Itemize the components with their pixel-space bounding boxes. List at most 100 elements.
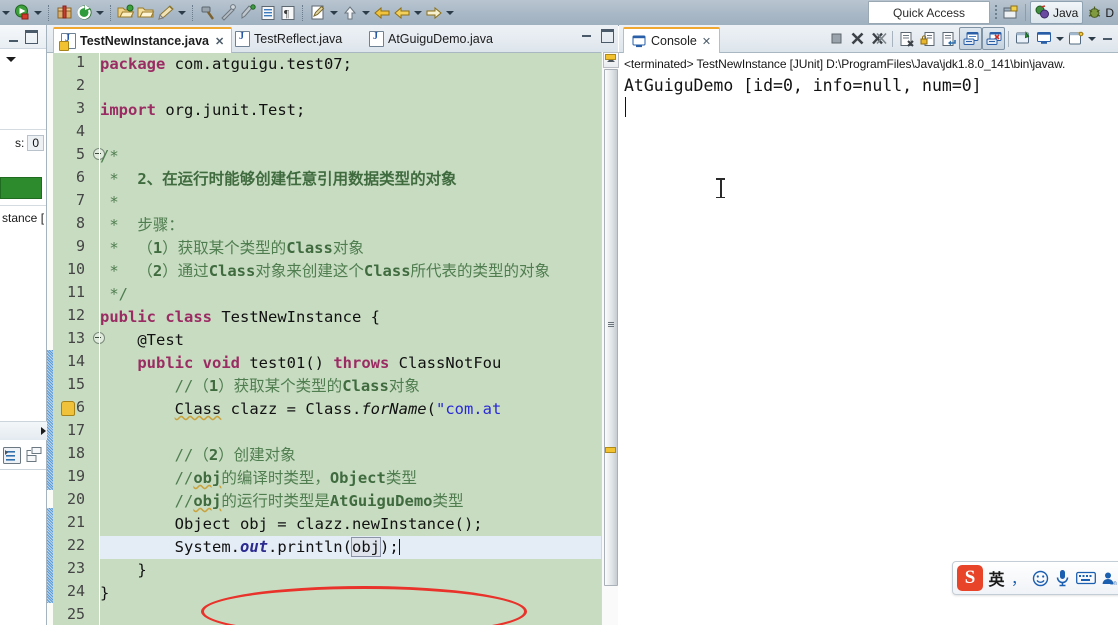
last-edit-location-button[interactable] xyxy=(308,3,328,23)
editor-tab-1-label: TestReflect.java xyxy=(254,32,343,46)
maximize-icon[interactable] xyxy=(601,29,614,43)
open-perspective-icon xyxy=(1003,5,1018,18)
open-perspective-button[interactable] xyxy=(1001,3,1021,23)
code-line-7: * xyxy=(100,193,119,211)
ime-punctuation-toggle[interactable]: ， xyxy=(1010,567,1027,589)
search-dropdown-arrow[interactable] xyxy=(176,3,188,23)
compare-result-button[interactable] xyxy=(2,446,22,465)
remove-all-x-icon xyxy=(871,32,887,45)
quick-access-field[interactable]: Quick Access xyxy=(868,1,990,24)
emoji-icon[interactable] xyxy=(1032,567,1049,589)
remove-all-terminated-button[interactable] xyxy=(868,28,889,49)
junit-failures-value: 0 xyxy=(27,135,44,151)
console-output-area[interactable]: <terminated> TestNewInstance [JUnit] D:\… xyxy=(619,53,1118,625)
new-console-icon xyxy=(1068,31,1084,45)
code-line-12: public class TestNewInstance { xyxy=(100,308,380,326)
toggle-mark-occurrences-button[interactable] xyxy=(238,3,258,23)
line-number: 7 xyxy=(75,191,85,209)
back-dropdown-arrow[interactable] xyxy=(412,3,424,23)
editor-vertical-scrollbar[interactable] xyxy=(601,52,619,625)
maximize-icon[interactable] xyxy=(25,30,38,44)
line-number-gutter: 1 2 3 4 5 6 7 8 9 10 11 12 13 14 15 16 1… xyxy=(53,53,105,625)
minimize-console-button[interactable] xyxy=(1097,28,1118,49)
run-dropdown-arrow[interactable] xyxy=(32,3,44,23)
ime-language-mode[interactable]: 英 xyxy=(988,567,1005,589)
display-selected-console-dropdown[interactable] xyxy=(1054,28,1065,49)
chevron-right-icon[interactable] xyxy=(41,427,46,435)
editor-tab-2-label: AtGuiguDemo.java xyxy=(388,32,493,46)
show-console-on-error-button[interactable] xyxy=(982,27,1005,50)
console-tab[interactable]: Console ✕ xyxy=(623,27,721,53)
search-button[interactable] xyxy=(156,3,176,23)
folder-icon xyxy=(137,7,155,18)
pin-console-button[interactable] xyxy=(1012,28,1033,49)
arrow-up-icon xyxy=(343,5,357,19)
line-number: 6 xyxy=(75,168,85,186)
new-package-button[interactable] xyxy=(54,3,74,23)
word-wrap-button[interactable] xyxy=(938,28,959,49)
perspective-java[interactable]: Java xyxy=(1029,1,1084,24)
editor-tab-0[interactable]: TestNewInstance.java ✕ xyxy=(53,27,233,53)
junit-view-menu-arrow[interactable] xyxy=(6,57,16,62)
line-number: 3 xyxy=(75,99,85,117)
open-type-button[interactable] xyxy=(116,3,136,23)
back-button[interactable] xyxy=(372,3,392,23)
external-tools-button[interactable] xyxy=(74,3,94,23)
open-task-button[interactable] xyxy=(136,3,156,23)
console-error-icon xyxy=(986,32,1001,45)
junit-tree-item[interactable]: stance [ xyxy=(0,211,46,225)
console-tabbar: Console ✕ xyxy=(619,25,1118,53)
junit-test-tree[interactable]: stance [ xyxy=(0,205,46,426)
minimize-icon[interactable] xyxy=(9,33,18,42)
back-history-button[interactable] xyxy=(392,3,412,23)
code-editor[interactable]: 1 2 3 4 5 6 7 8 9 10 11 12 13 14 15 16 1… xyxy=(47,53,618,625)
perspective-debug[interactable]: D xyxy=(1083,2,1118,23)
line-number: 17 xyxy=(66,421,85,439)
code-lines[interactable]: package com.atguigu.test07; import org.j… xyxy=(100,53,618,625)
microphone-icon[interactable] xyxy=(1054,567,1071,589)
scrollbar-thumb[interactable] xyxy=(604,69,618,586)
minimize-icon[interactable] xyxy=(1103,37,1112,40)
hammer-icon xyxy=(201,6,214,20)
open-console-button[interactable] xyxy=(1065,28,1086,49)
display-selected-console-button[interactable] xyxy=(1033,28,1054,49)
show-whitespace-button[interactable]: ¶ xyxy=(278,3,298,23)
previous-annotation-button[interactable] xyxy=(198,3,218,23)
editor-tab-2[interactable]: AtGuiguDemo.java xyxy=(362,27,500,51)
show-console-on-output-button[interactable] xyxy=(959,27,982,50)
code-line-9: * （1）获取某个类型的Class对象 xyxy=(100,239,364,257)
compare-results-icon xyxy=(3,446,21,464)
next-edit-button[interactable] xyxy=(340,3,360,23)
junit-failure-trace-header xyxy=(0,421,49,440)
sogou-logo-icon[interactable]: S xyxy=(957,565,983,591)
external-tools-dropdown-arrow[interactable] xyxy=(94,3,106,23)
minimize-icon[interactable] xyxy=(582,35,591,37)
console-process-header: <terminated> TestNewInstance [JUnit] D:\… xyxy=(624,57,1066,71)
run-button[interactable] xyxy=(12,3,32,23)
open-console-dropdown[interactable] xyxy=(1086,28,1097,49)
remove-launch-button[interactable] xyxy=(847,28,868,49)
keyboard-icon[interactable] xyxy=(1076,567,1096,589)
warning-bulb-icon[interactable] xyxy=(61,401,75,416)
overview-warning-marker[interactable] xyxy=(605,447,616,453)
quick-access-grip[interactable] xyxy=(993,2,998,22)
close-icon[interactable]: ✕ xyxy=(702,35,711,48)
editor-tabbar: TestNewInstance.java ✕ TestReflect.java … xyxy=(47,25,618,53)
forward-dropdown-arrow[interactable] xyxy=(444,3,456,23)
toggle-block-selection-button[interactable] xyxy=(258,3,278,23)
next-edit-dropdown-arrow[interactable] xyxy=(360,3,372,23)
scroll-lock-button[interactable] xyxy=(917,28,938,49)
clear-console-button[interactable] xyxy=(896,28,917,49)
editor-tab-1[interactable]: TestReflect.java xyxy=(228,27,349,51)
account-icon[interactable]: en xyxy=(1101,567,1118,589)
overview-warning-marker[interactable] xyxy=(605,54,616,60)
console-tab-label: Console xyxy=(651,34,697,48)
terminate-button[interactable] xyxy=(826,28,847,49)
perspective-separator xyxy=(1024,4,1026,21)
stack-trace-filter-button[interactable] xyxy=(25,446,43,464)
next-annotation-button[interactable] xyxy=(218,3,238,23)
close-icon[interactable]: ✕ xyxy=(215,35,224,48)
forward-button[interactable] xyxy=(424,3,444,23)
debug-dropdown-arrow[interactable] xyxy=(0,3,12,23)
last-edit-dropdown-arrow[interactable] xyxy=(328,3,340,23)
